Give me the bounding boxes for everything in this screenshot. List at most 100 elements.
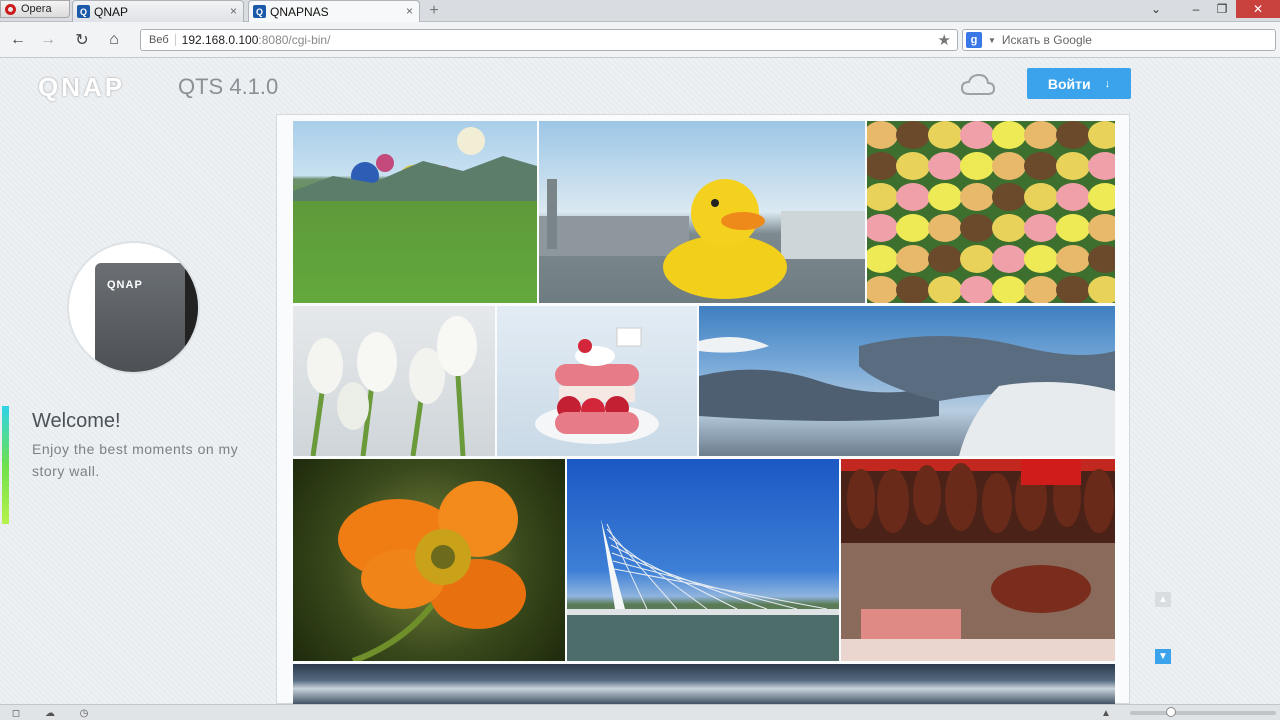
close-tab-icon[interactable]: × xyxy=(230,4,237,18)
photo-sky[interactable] xyxy=(699,306,1115,456)
photo-clouds[interactable] xyxy=(293,664,1115,705)
turbo-icon[interactable]: ◷ xyxy=(78,707,90,719)
home-button[interactable]: ⌂ xyxy=(104,30,124,50)
opera-menu-label: Opera xyxy=(21,3,52,15)
qnap-favicon-icon: Q xyxy=(253,5,266,18)
scroll-down-button[interactable]: ▼ xyxy=(1155,649,1171,664)
macaron xyxy=(1056,183,1090,211)
view-arrow-icon[interactable]: ▲ xyxy=(1100,707,1112,719)
maximize-button[interactable]: ❐ xyxy=(1212,0,1232,18)
macaron xyxy=(960,183,994,211)
macaron xyxy=(1024,183,1058,211)
macaron xyxy=(1088,214,1115,242)
reload-button[interactable]: ↻ xyxy=(72,30,92,50)
photo-dessert[interactable] xyxy=(497,306,697,456)
photo-balloons[interactable] xyxy=(293,121,537,303)
tulips-image xyxy=(307,316,477,456)
macaron xyxy=(992,214,1026,242)
sky-image xyxy=(699,336,1115,456)
search-placeholder: Искать в Google xyxy=(1001,33,1092,47)
photo-bridge[interactable] xyxy=(567,459,839,661)
close-window-button[interactable]: ✕ xyxy=(1236,0,1280,18)
macaron xyxy=(992,276,1026,303)
macaron xyxy=(1056,276,1090,303)
opera-unite-icon[interactable]: ☁ xyxy=(44,707,56,719)
macaron xyxy=(1056,245,1090,273)
macaron xyxy=(960,214,994,242)
tab-qnapnas[interactable]: Q QNAPNAS × xyxy=(248,0,420,22)
macaron xyxy=(1088,276,1115,303)
macaron xyxy=(1088,245,1115,273)
side-accent-bar xyxy=(2,406,9,524)
photo-tulips[interactable] xyxy=(293,306,495,456)
macaron xyxy=(1024,121,1058,149)
back-button[interactable]: ← xyxy=(8,30,28,50)
macaron xyxy=(867,276,898,303)
forward-button[interactable]: → xyxy=(38,30,58,50)
cloud-icon[interactable] xyxy=(960,72,996,98)
zoom-slider[interactable] xyxy=(1130,707,1276,717)
macaron xyxy=(992,245,1026,273)
address-path: :8080/cgi-bin/ xyxy=(258,33,331,47)
macaron xyxy=(867,183,898,211)
page-header: QNAP QTS 4.1.0 Войти ↓ xyxy=(0,58,1280,110)
address-bar-row: ← → ↻ ⌂ Веб 192.168.0.100 :8080/cgi-bin/… xyxy=(0,22,1280,58)
macaron xyxy=(1056,121,1090,149)
macarons-image xyxy=(867,121,1115,303)
minimize-button[interactable]: – xyxy=(1186,0,1206,18)
nas-device-avatar: QNAP xyxy=(67,241,200,374)
macaron xyxy=(1056,214,1090,242)
scroll-up-button[interactable]: ▲ xyxy=(1155,592,1171,607)
macaron xyxy=(928,214,962,242)
photo-macarons[interactable] xyxy=(867,121,1115,303)
bookmark-star-icon[interactable]: ★ xyxy=(938,31,951,49)
photo-rubber-duck[interactable] xyxy=(539,121,865,303)
close-tab-icon[interactable]: × xyxy=(406,4,413,18)
macaron xyxy=(896,121,930,149)
address-field[interactable]: Веб 192.168.0.100 :8080/cgi-bin/ ★ xyxy=(140,29,958,51)
nas-brand-label: QNAP xyxy=(107,279,143,291)
photo-market-hams[interactable] xyxy=(841,459,1115,661)
login-button[interactable]: Войти ↓ xyxy=(1027,68,1131,99)
macaron xyxy=(992,152,1026,180)
opera-menu-button[interactable]: Opera xyxy=(0,0,70,18)
macaron xyxy=(896,183,930,211)
new-tab-button[interactable]: + xyxy=(423,2,445,19)
address-host: 192.168.0.100 xyxy=(181,33,259,47)
welcome-title: Welcome! xyxy=(32,410,121,432)
qnap-favicon-icon: Q xyxy=(77,5,90,18)
macaron xyxy=(1056,152,1090,180)
macaron xyxy=(928,152,962,180)
macaron xyxy=(1024,276,1058,303)
status-bar: ◻ ☁ ◷ ▲ xyxy=(0,704,1280,720)
macaron xyxy=(1088,183,1115,211)
macaron xyxy=(928,276,962,303)
macaron xyxy=(960,245,994,273)
macaron xyxy=(1088,152,1115,180)
macaron xyxy=(896,245,930,273)
tab-bar: Opera Q QNAP × Q QNAPNAS × + ⌄ – ❐ ✕ xyxy=(0,0,1280,22)
macaron xyxy=(928,245,962,273)
photo-poppy[interactable] xyxy=(293,459,565,661)
login-label: Войти xyxy=(1047,75,1091,92)
google-icon: g xyxy=(966,32,982,48)
qts-version: QTS 4.1.0 xyxy=(178,74,279,99)
tab-qnap[interactable]: Q QNAP × xyxy=(72,0,244,22)
macaron xyxy=(1024,245,1058,273)
macaron xyxy=(928,183,962,211)
search-field[interactable]: g ▼ Искать в Google xyxy=(962,29,1276,51)
panel-toggle-icon[interactable]: ◻ xyxy=(10,707,22,719)
macaron xyxy=(928,121,962,149)
macaron xyxy=(896,152,930,180)
page-content: QNAP QTS 4.1.0 Войти ↓ QNAP Welcome! Enj… xyxy=(0,58,1280,705)
bridge-image xyxy=(567,519,839,661)
macaron xyxy=(960,121,994,149)
zoom-slider-handle[interactable] xyxy=(1166,707,1176,717)
search-dropdown-icon[interactable]: ▼ xyxy=(988,36,996,45)
tab-menu-button[interactable]: ⌄ xyxy=(1146,0,1166,18)
photo-story-wall xyxy=(276,114,1130,705)
macaron xyxy=(867,214,898,242)
chevron-down-icon: ↓ xyxy=(1104,77,1111,90)
balloons-image xyxy=(293,127,537,201)
duck-image xyxy=(539,179,865,299)
